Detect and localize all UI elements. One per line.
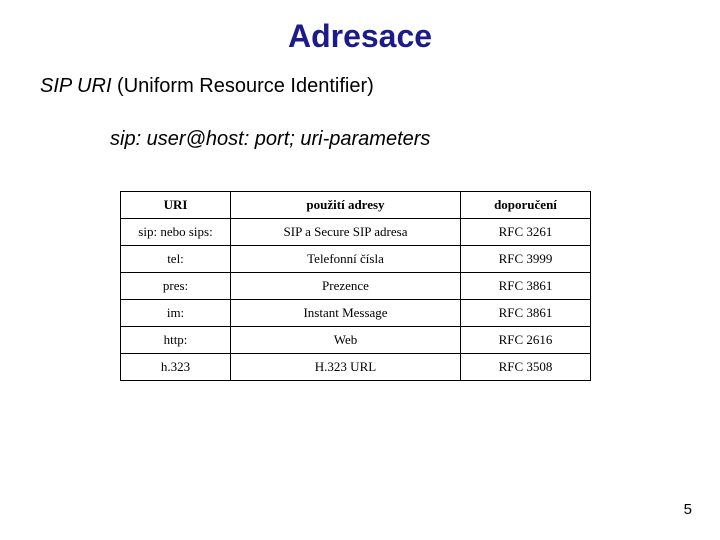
table-cell: RFC 3508 (461, 354, 591, 381)
uri-table-wrap: URI použití adresy doporučení sip: nebo … (120, 191, 720, 381)
table-cell: tel: (121, 246, 231, 273)
table-row: im: Instant Message RFC 3861 (121, 300, 591, 327)
table-cell: Telefonní čísla (231, 246, 461, 273)
table-cell: H.323 URL (231, 354, 461, 381)
table-row: pres: Prezence RFC 3861 (121, 273, 591, 300)
table-header-row: URI použití adresy doporučení (121, 192, 591, 219)
table-cell: pres: (121, 273, 231, 300)
table-cell: RFC 3261 (461, 219, 591, 246)
table-header-cell: doporučení (461, 192, 591, 219)
page-number: 5 (684, 501, 692, 518)
table-cell: Web (231, 327, 461, 354)
uri-syntax: sip: user@host: port; uri-parameters (110, 128, 720, 151)
table-row: http: Web RFC 2616 (121, 327, 591, 354)
table-cell: sip: nebo sips: (121, 219, 231, 246)
subtitle-rest: (Uniform Resource Identifier) (112, 75, 374, 97)
table-cell: h.323 (121, 354, 231, 381)
table-row: h.323 H.323 URL RFC 3508 (121, 354, 591, 381)
table-cell: SIP a Secure SIP adresa (231, 219, 461, 246)
table-cell: im: (121, 300, 231, 327)
slide-title: Adresace (0, 0, 720, 55)
slide: Adresace SIP URI (Uniform Resource Ident… (0, 0, 720, 540)
uri-table: URI použití adresy doporučení sip: nebo … (120, 191, 591, 381)
table-cell: http: (121, 327, 231, 354)
table-row: tel: Telefonní čísla RFC 3999 (121, 246, 591, 273)
subtitle-italic: SIP URI (40, 75, 112, 97)
table-header-cell: použití adresy (231, 192, 461, 219)
table-row: sip: nebo sips: SIP a Secure SIP adresa … (121, 219, 591, 246)
table-cell: RFC 3861 (461, 273, 591, 300)
table-cell: Instant Message (231, 300, 461, 327)
table-header-cell: URI (121, 192, 231, 219)
slide-subtitle: SIP URI (Uniform Resource Identifier) (40, 75, 720, 98)
table-cell: RFC 2616 (461, 327, 591, 354)
table-cell: RFC 3999 (461, 246, 591, 273)
table-cell: Prezence (231, 273, 461, 300)
table-cell: RFC 3861 (461, 300, 591, 327)
